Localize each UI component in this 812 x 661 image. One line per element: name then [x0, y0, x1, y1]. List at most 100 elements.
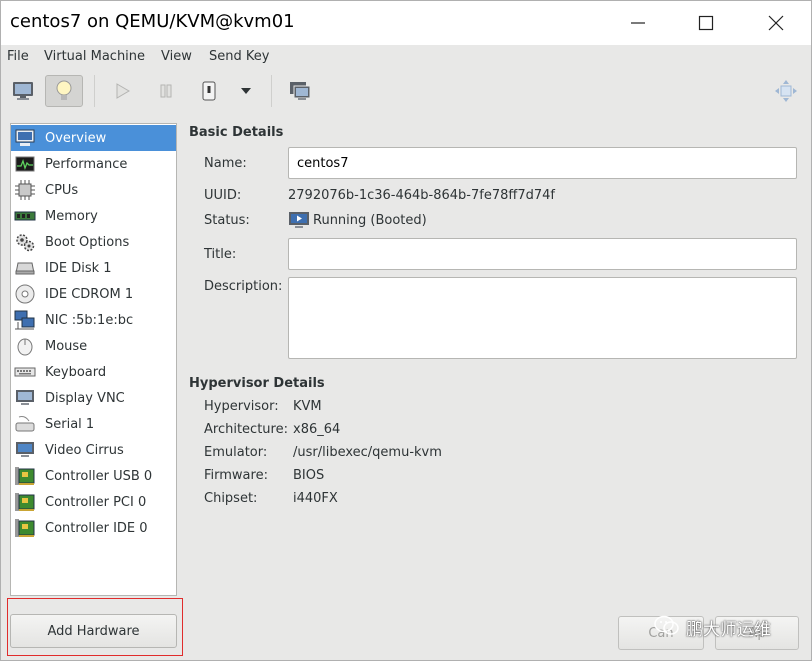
name-label: Name: [204, 156, 247, 171]
pause-icon [160, 84, 172, 98]
hard-disk-icon [14, 257, 36, 279]
menu-virtual-machine[interactable]: Virtual Machine [44, 49, 145, 64]
sidebar-item-label: Serial 1 [45, 416, 95, 432]
status-label: Status: [204, 213, 250, 228]
serial-port-icon [14, 413, 36, 435]
running-status-icon [288, 211, 310, 229]
snapshot-icon [290, 82, 311, 100]
menu-bar: File Virtual Machine View Send Key [0, 45, 812, 69]
sidebar-item-label: IDE CDROM 1 [45, 286, 134, 302]
menu-view[interactable]: View [161, 49, 192, 64]
shutdown-button[interactable] [190, 75, 228, 107]
emulator-label: Emulator: [204, 445, 268, 460]
keyboard-icon [14, 361, 36, 383]
details-view-button[interactable] [45, 75, 83, 107]
watermark-text: 鹏大师运维 [686, 620, 771, 640]
sidebar-item-label: Keyboard [45, 364, 107, 380]
sidebar-item-memory[interactable]: Memory [11, 203, 176, 229]
title-label: Title: [204, 247, 237, 262]
hardware-list: Overview Performance CPUs Memory Boot Op… [10, 123, 177, 596]
run-button[interactable] [103, 75, 141, 107]
power-icon [202, 81, 216, 101]
basic-details-heading: Basic Details [189, 125, 284, 140]
memory-module-icon [14, 205, 36, 227]
watermark: 鹏大师运维 [654, 614, 771, 641]
computer-icon [14, 127, 36, 149]
sidebar-item-controller-ide-0[interactable]: Controller IDE 0 [11, 515, 176, 541]
sidebar-item-display-vnc[interactable]: Display VNC [11, 385, 176, 411]
sidebar-item-label: Display VNC [45, 390, 125, 406]
sidebar-item-video-cirrus[interactable]: Video Cirrus [11, 437, 176, 463]
sidebar-item-nic[interactable]: NIC :5b:1e:bc [11, 307, 176, 333]
close-icon [768, 15, 784, 31]
controller-card-icon [14, 491, 36, 513]
sidebar-item-performance[interactable]: Performance [11, 151, 176, 177]
title-bar: centos7 on QEMU/KVM@kvm01 [0, 0, 812, 45]
uuid-label: UUID: [204, 188, 242, 203]
sidebar-item-ide-disk-1[interactable]: IDE Disk 1 [11, 255, 176, 281]
menu-file[interactable]: File [7, 49, 29, 64]
minimize-button[interactable] [615, 1, 661, 45]
toolbar [0, 69, 812, 114]
architecture-label: Architecture: [204, 422, 288, 437]
performance-graph-icon [14, 153, 36, 175]
monitor-icon [13, 82, 33, 100]
emulator-value: /usr/libexec/qemu-kvm [293, 445, 442, 460]
sidebar-item-label: Boot Options [45, 234, 130, 250]
sidebar-item-label: Video Cirrus [45, 442, 124, 458]
controller-card-icon [14, 517, 36, 539]
sidebar-item-label: Controller USB 0 [45, 468, 153, 484]
firmware-value: BIOS [293, 468, 325, 483]
maximize-button[interactable] [683, 1, 729, 45]
chevron-down-icon [241, 88, 251, 94]
sidebar-item-controller-pci-0[interactable]: Controller PCI 0 [11, 489, 176, 515]
fullscreen-arrows-icon [775, 80, 797, 102]
toolbar-separator [94, 75, 95, 107]
video-card-icon [14, 439, 36, 461]
chipset-label: Chipset: [204, 491, 258, 506]
sidebar-item-label: Mouse [45, 338, 88, 354]
hypervisor-value: KVM [293, 399, 322, 414]
wechat-icon [654, 614, 680, 641]
shutdown-menu-button[interactable] [227, 75, 265, 107]
cpu-chip-icon [14, 179, 36, 201]
main-area: Overview Performance CPUs Memory Boot Op… [0, 114, 812, 661]
sidebar-item-cpus[interactable]: CPUs [11, 177, 176, 203]
sidebar-item-mouse[interactable]: Mouse [11, 333, 176, 359]
sidebar-item-serial-1[interactable]: Serial 1 [11, 411, 176, 437]
add-hardware-button[interactable]: Add Hardware [10, 614, 177, 648]
sidebar-item-boot-options[interactable]: Boot Options [11, 229, 176, 255]
sidebar-item-label: Memory [45, 208, 98, 224]
name-field[interactable] [288, 147, 797, 179]
controller-card-icon [14, 465, 36, 487]
sidebar-item-label: CPUs [45, 182, 79, 198]
cdrom-icon [14, 283, 36, 305]
sidebar-item-controller-usb-0[interactable]: Controller USB 0 [11, 463, 176, 489]
sidebar-item-label: Performance [45, 156, 128, 172]
sidebar-item-label: Controller IDE 0 [45, 520, 148, 536]
maximize-icon [698, 15, 714, 31]
sidebar-item-keyboard[interactable]: Keyboard [11, 359, 176, 385]
sidebar-item-ide-cdrom-1[interactable]: IDE CDROM 1 [11, 281, 176, 307]
resize-to-vm-button[interactable] [767, 75, 805, 107]
mouse-icon [14, 335, 36, 357]
chipset-value: i440FX [293, 491, 338, 506]
play-icon [116, 83, 130, 99]
firmware-label: Firmware: [204, 468, 268, 483]
sidebar-item-label: Controller PCI 0 [45, 494, 147, 510]
network-icon [14, 309, 36, 331]
sidebar-item-label: IDE Disk 1 [45, 260, 112, 276]
sidebar-item-overview[interactable]: Overview [11, 125, 176, 151]
menu-send-key[interactable]: Send Key [209, 49, 269, 64]
pause-button[interactable] [147, 75, 185, 107]
description-field[interactable] [288, 277, 797, 359]
close-button[interactable] [753, 1, 799, 45]
snapshots-button[interactable] [281, 75, 319, 107]
status-text: Running (Booted) [313, 212, 427, 228]
sidebar-item-label: NIC :5b:1e:bc [45, 312, 134, 328]
description-label: Description: [204, 279, 283, 294]
console-view-button[interactable] [4, 75, 42, 107]
title-field[interactable] [288, 238, 797, 270]
architecture-value: x86_64 [293, 422, 341, 437]
display-icon [14, 387, 36, 409]
